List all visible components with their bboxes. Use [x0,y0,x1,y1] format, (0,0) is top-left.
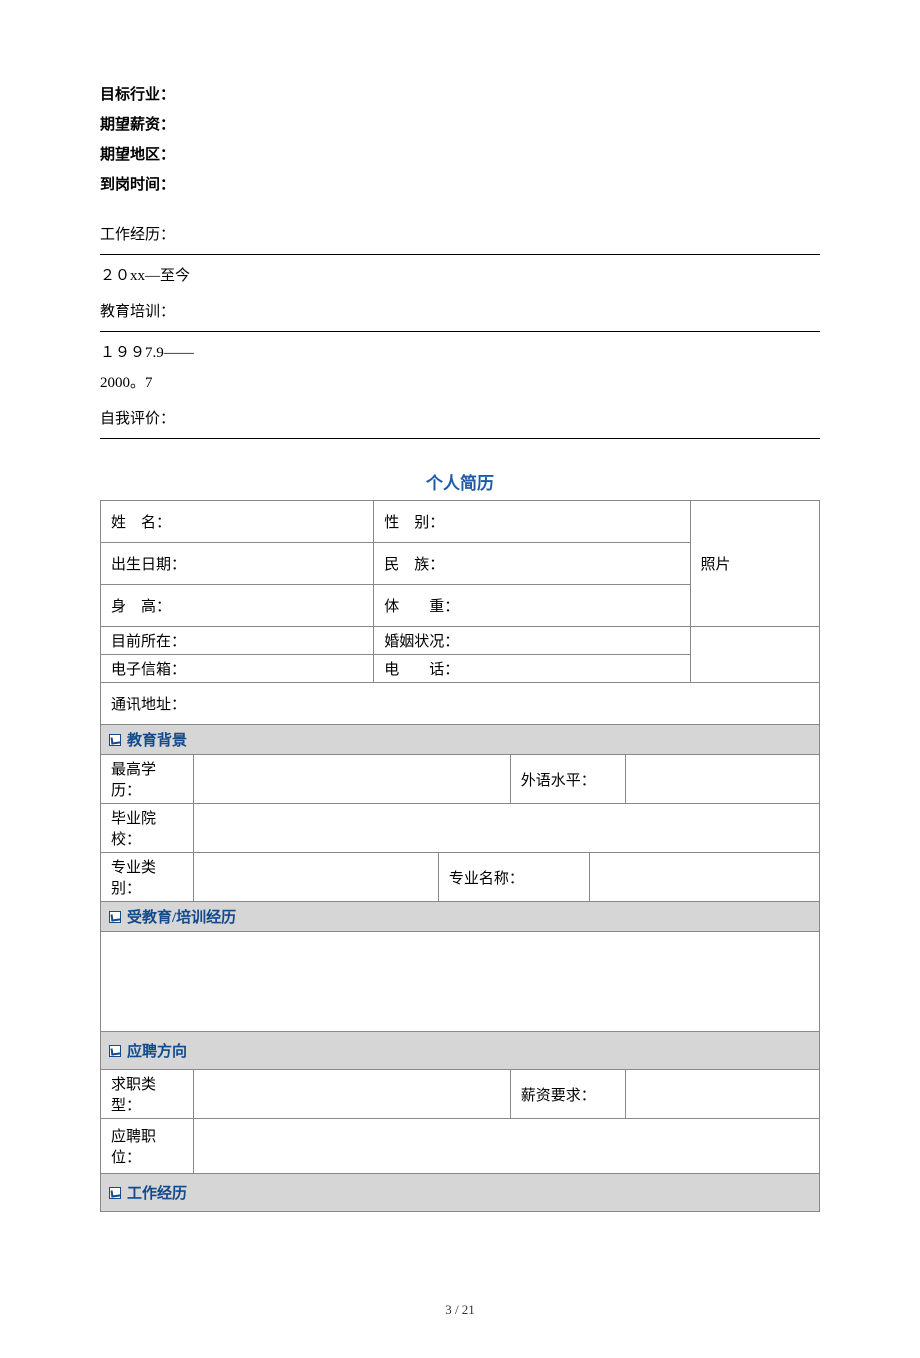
self-evaluation-label: 自我评价： [100,404,820,434]
gender-cell: 性 别： [374,501,690,543]
graduate-school-label: 毕业院校： [101,804,194,853]
language-level-value [625,755,819,804]
start-time-label: 到岗时间： [100,170,820,200]
marital-status-cell: 婚姻状况： [374,627,690,655]
language-level-label: 外语水平： [510,755,625,804]
major-category-value [194,853,438,902]
resume-title: 个人简历 [100,469,820,494]
position-value [194,1119,820,1174]
section-edu-training: 受教育/培训经历 [101,902,820,932]
highest-degree-value [194,755,510,804]
edu-training-content [101,932,820,1032]
name-cell: 姓 名： [101,501,374,543]
section-work-history: 工作经历 [101,1174,820,1212]
current-location-cell: 目前所在： [101,627,374,655]
job-type-label: 求职类型： [101,1070,194,1119]
weight-cell: 体 重： [374,585,690,627]
expected-salary-label: 期望薪资： [100,110,820,140]
highest-degree-label: 最高学历： [101,755,194,804]
phone-cell: 电 话： [374,655,690,683]
bullet-icon [109,1187,121,1199]
work-experience-label: 工作经历： [100,220,820,250]
target-industry-label: 目标行业： [100,80,820,110]
section-work-history-label: 工作经历 [127,1186,187,1202]
work-experience-period: ２０xx—至今 [100,261,820,291]
section-job-direction-label: 应聘方向 [127,1044,187,1060]
height-cell: 身 高： [101,585,374,627]
address-cell: 通讯地址： [101,683,820,725]
bullet-icon [109,1045,121,1057]
edu-training-label: 教育培训： [100,297,820,327]
divider [100,254,820,255]
expected-location-label: 期望地区： [100,140,820,170]
major-category-label: 专业类别： [101,853,194,902]
bullet-icon [109,734,121,746]
major-name-value [589,853,819,902]
photo-bottom-cell [690,627,819,683]
section-edu-training-label: 受教育/培训经历 [127,910,236,926]
page-footer: 3 / 21 [100,1302,820,1318]
section-job-direction: 应聘方向 [101,1032,820,1070]
email-cell: 电子信箱： [101,655,374,683]
edu-training-period2: 2000。7 [100,368,820,398]
divider [100,438,820,439]
birthdate-cell: 出生日期： [101,543,374,585]
job-type-value [194,1070,510,1119]
photo-cell: 照片 [690,501,819,627]
top-fields-block: 目标行业： 期望薪资： 期望地区： 到岗时间： [100,80,820,200]
graduate-school-value [194,804,820,853]
ethnicity-cell: 民 族： [374,543,690,585]
divider [100,331,820,332]
salary-req-value [625,1070,819,1119]
position-label: 应聘职位： [101,1119,194,1174]
major-name-label: 专业名称： [438,853,589,902]
section-edu-background-label: 教育背景 [127,733,187,749]
section-edu-background: 教育背景 [101,725,820,755]
edu-training-period1: １９９7.9—— [100,338,820,368]
bullet-icon [109,911,121,923]
resume-table: 姓 名： 性 别： 照片 出生日期： 民 族： 身 高： 体 重： 目前所在： … [100,500,820,1212]
salary-req-label: 薪资要求： [510,1070,625,1119]
